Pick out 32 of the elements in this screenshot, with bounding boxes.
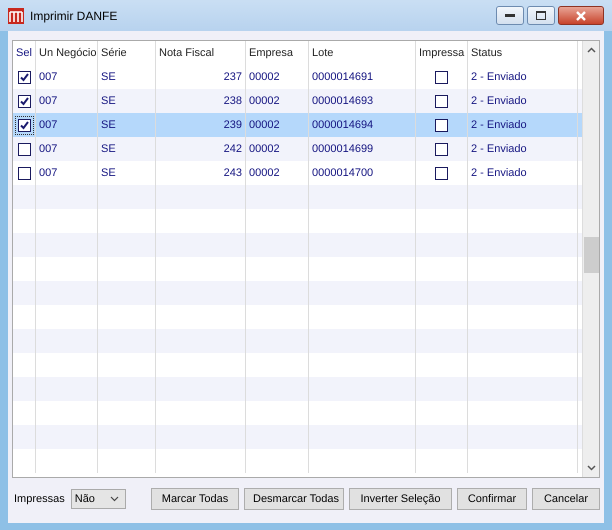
maximize-button[interactable] [527, 6, 555, 25]
scroll-up-icon [586, 47, 596, 53]
checkbox[interactable] [435, 70, 448, 84]
scroll-down-icon [586, 465, 596, 471]
checkbox[interactable] [18, 70, 30, 84]
action-button[interactable]: Inverter Seleção [349, 488, 452, 510]
app-icon [8, 8, 24, 24]
filter-label: Impressas [14, 493, 65, 505]
checkbox[interactable] [18, 166, 30, 180]
checkbox[interactable] [435, 118, 448, 132]
checkbox[interactable] [435, 142, 448, 156]
minimize-icon [505, 14, 515, 18]
selected-row[interactable]: 007 SE 239 00002 0000014694 2 - Enviado [13, 113, 582, 137]
vertical-scrollbar[interactable] [582, 41, 599, 477]
action-button[interactable]: Desmarcar Todas [244, 488, 344, 510]
maximize-icon [536, 11, 546, 20]
action-button[interactable]: Confirmar [457, 488, 527, 510]
chevron-down-icon [110, 496, 119, 502]
checkbox[interactable] [435, 166, 448, 180]
action-button[interactable]: Cancelar [532, 488, 600, 510]
window-title: Imprimir DANFE [30, 8, 118, 22]
close-icon [576, 10, 586, 20]
action-button[interactable]: Marcar Todas [151, 488, 239, 510]
table-row[interactable]: 007 SE 238 00002 0000014693 2 - Enviado [13, 89, 582, 113]
minimize-button[interactable] [496, 6, 524, 25]
close-button[interactable] [558, 6, 604, 25]
checkbox[interactable] [18, 94, 30, 108]
scrollbar-thumb[interactable] [584, 237, 599, 273]
table-row[interactable]: 007 SE 242 00002 0000014699 2 - Enviado [13, 137, 582, 161]
checkbox[interactable] [435, 94, 448, 108]
filter-dropdown[interactable]: Não [70, 489, 126, 509]
checkbox[interactable] [18, 142, 30, 156]
